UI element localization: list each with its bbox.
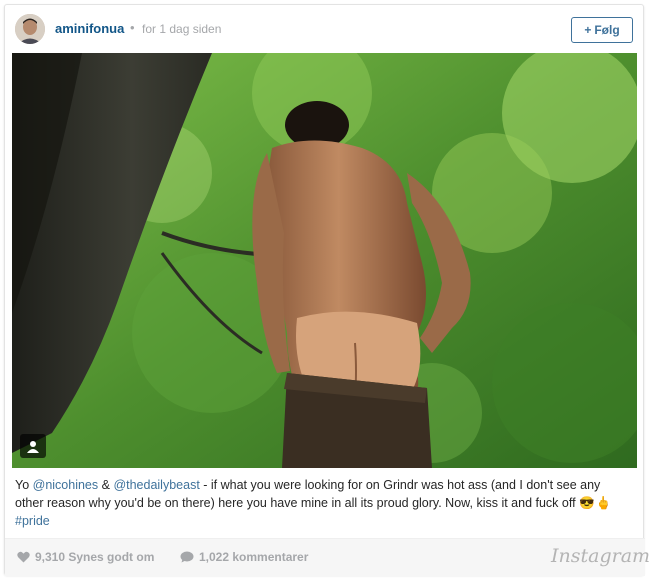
instagram-embed-card: aminifonua • for 1 dag siden + Følg Yo @… — [4, 4, 650, 576]
separator-dot: • — [130, 20, 135, 35]
photo-image — [12, 53, 637, 468]
avatar[interactable] — [15, 14, 45, 44]
caption-amp: & — [98, 478, 114, 492]
caption-emoji: 😎🖕 — [579, 496, 613, 510]
heart-icon — [17, 551, 30, 563]
avatar-image — [15, 14, 45, 44]
likes-count[interactable]: 9,310 Synes godt om — [17, 550, 154, 564]
user-tag-button[interactable] — [20, 434, 46, 458]
hashtag-pride[interactable]: #pride — [15, 514, 50, 528]
username-link[interactable]: aminifonua — [55, 21, 124, 36]
post-caption: Yo @nicohines & @thedailybeast - if what… — [15, 476, 630, 530]
mention-thedailybeast[interactable]: @thedailybeast — [113, 478, 199, 492]
mention-nicohines[interactable]: @nicohines — [33, 478, 99, 492]
comments-count[interactable]: 1,022 kommentarer — [180, 550, 308, 564]
follow-label: Følg — [594, 23, 620, 37]
post-time[interactable]: for 1 dag siden — [142, 22, 221, 36]
likes-label: 9,310 Synes godt om — [35, 550, 155, 564]
post-photo[interactable] — [12, 53, 637, 468]
comments-label: 1,022 kommentarer — [199, 550, 309, 564]
post-header: aminifonua • for 1 dag siden + Følg — [5, 5, 645, 53]
plus-icon: + — [584, 23, 592, 37]
caption-prefix: Yo — [15, 478, 33, 492]
instagram-logo[interactable]: Instagram — [551, 545, 650, 567]
post-footer: 9,310 Synes godt om 1,022 kommentarer In… — [5, 538, 650, 576]
comment-bubble-icon — [180, 551, 194, 563]
person-icon — [27, 440, 39, 453]
follow-button[interactable]: + Følg — [571, 17, 633, 43]
